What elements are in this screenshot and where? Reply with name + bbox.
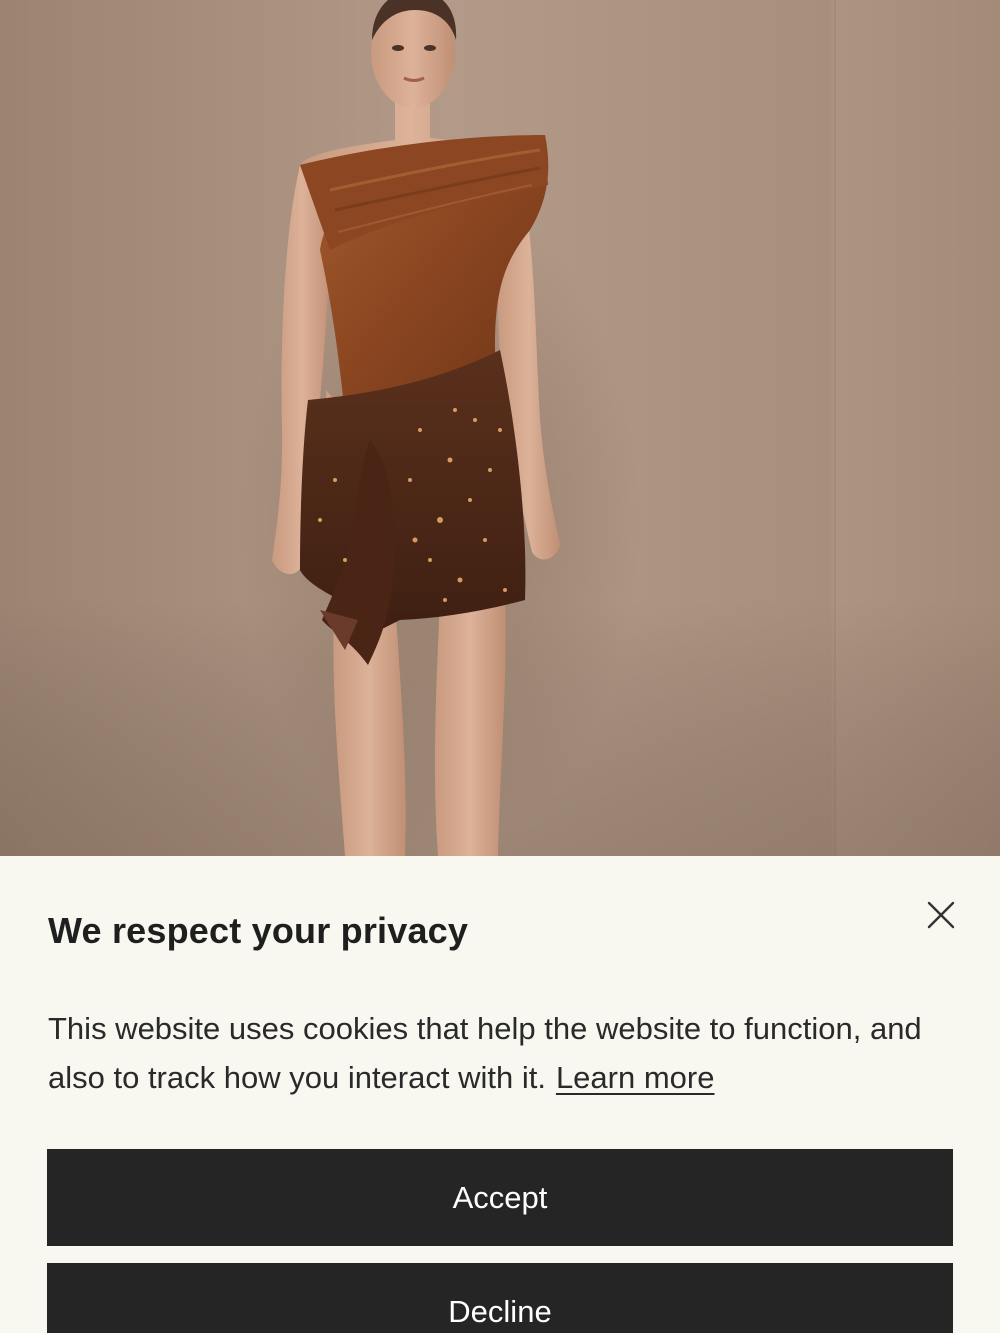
consent-title: We respect your privacy xyxy=(48,910,469,951)
consent-body: This website uses cookies that help the … xyxy=(48,1004,968,1102)
accept-button[interactable]: Accept xyxy=(47,1149,953,1246)
product-photo xyxy=(0,0,1000,856)
product-page: We respect your privacy This website use… xyxy=(0,0,1000,1333)
consent-body-text: This website uses cookies that help the … xyxy=(48,1011,922,1095)
decline-button[interactable]: Decline xyxy=(47,1263,953,1333)
product-hero-image[interactable] xyxy=(0,0,1000,856)
learn-more-link[interactable]: Learn more xyxy=(556,1060,715,1095)
close-icon xyxy=(927,901,955,929)
close-button[interactable] xyxy=(918,892,964,938)
